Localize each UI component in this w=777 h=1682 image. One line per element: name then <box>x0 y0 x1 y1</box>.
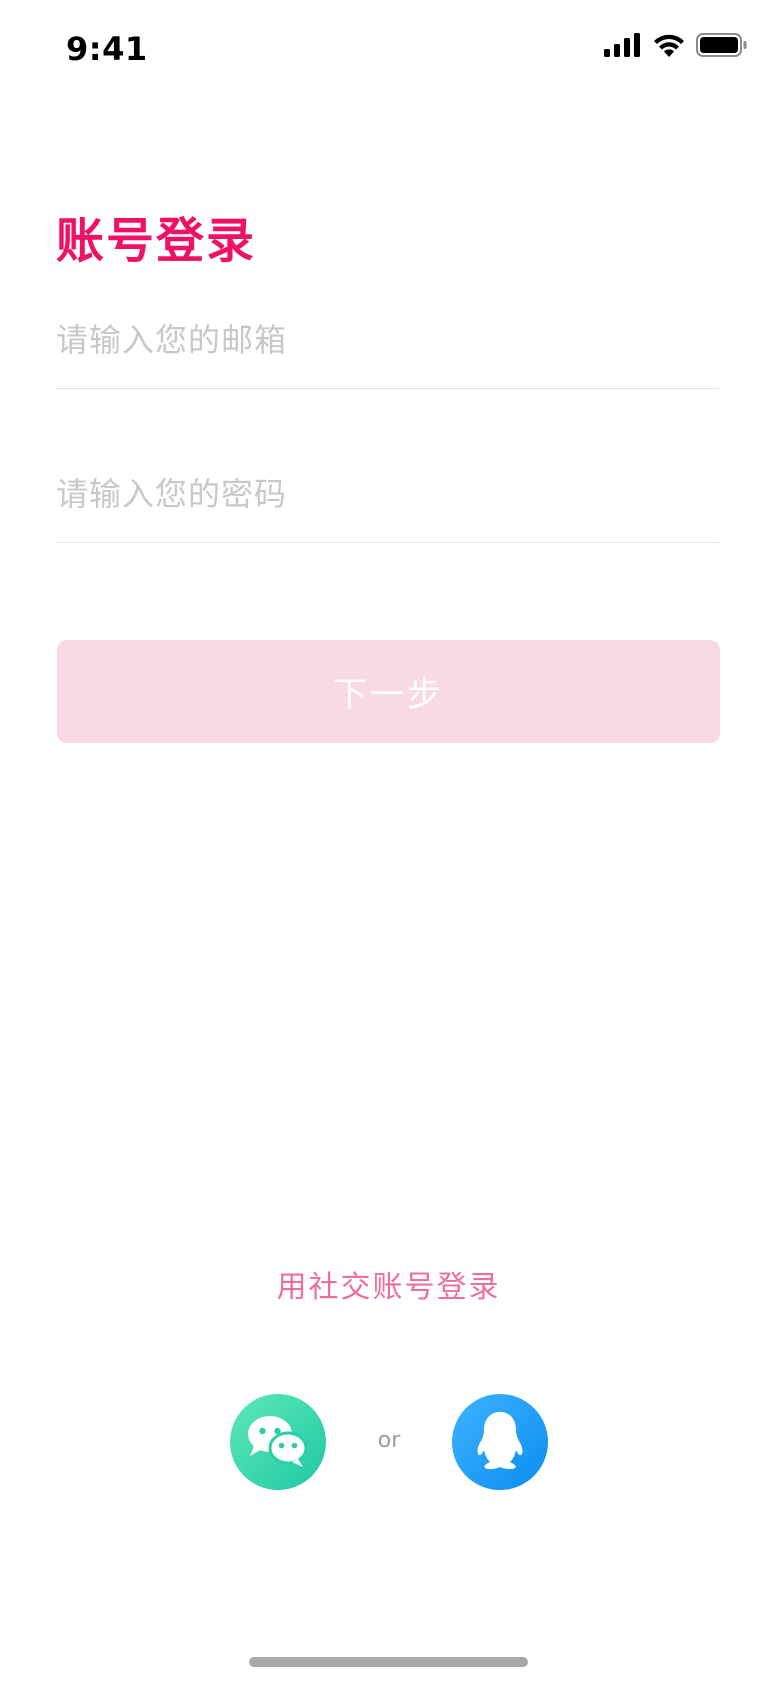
qq-login-button[interactable] <box>452 1394 548 1490</box>
next-button[interactable]: 下一步 <box>57 640 720 743</box>
email-field-container <box>56 308 719 372</box>
wechat-login-button[interactable] <box>230 1394 326 1490</box>
signal-icon <box>604 33 642 61</box>
page-title: 账号登录 <box>56 213 257 269</box>
battery-icon <box>696 32 748 62</box>
password-field[interactable] <box>56 462 719 526</box>
password-field-container <box>56 462 719 526</box>
or-separator: or <box>377 1428 401 1453</box>
home-indicator[interactable] <box>249 1657 528 1667</box>
wifi-icon <box>652 32 686 62</box>
email-field-underline <box>56 388 719 389</box>
wechat-icon <box>246 1412 310 1472</box>
status-time: 9:41 <box>66 30 148 68</box>
qq-icon <box>474 1410 526 1474</box>
social-login-label: 用社交账号登录 <box>276 1270 501 1305</box>
email-field[interactable] <box>56 308 719 372</box>
next-button-label: 下一步 <box>333 675 444 715</box>
password-field-underline <box>56 542 719 543</box>
status-icons <box>604 30 748 64</box>
